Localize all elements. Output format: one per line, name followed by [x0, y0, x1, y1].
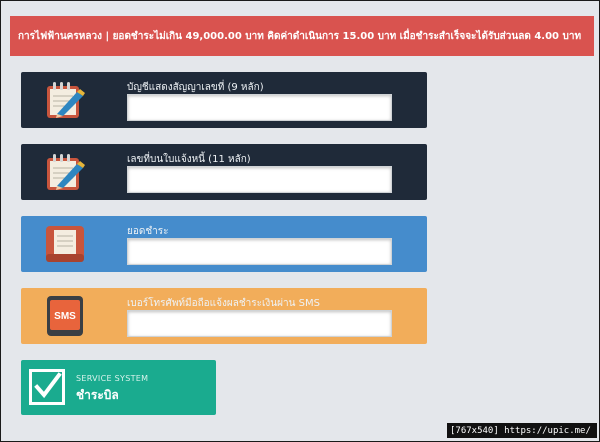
- sms-phone-label: เบอร์โทรศัพท์มือถือแจ้งผลชำระเงินผ่าน SM…: [127, 298, 320, 309]
- amount-label: ยอดชำระ: [127, 226, 169, 237]
- info-banner: การไฟฟ้านครหลวง | ยอดชำระไม่เกิน 49,000.…: [10, 16, 594, 56]
- invoice-number-input[interactable]: [127, 166, 392, 193]
- notepad-pencil-icon: [47, 82, 85, 118]
- invoice-number-panel: เลขที่บนใบแจ้งหนี้ (11 หลัก): [21, 144, 427, 200]
- image-watermark: [767x540] https://upic.me/: [447, 423, 597, 438]
- sms-phone-input[interactable]: [127, 310, 392, 337]
- service-subtitle: SERVICE SYSTEM: [76, 374, 149, 383]
- amount-panel: ยอดชำระ: [21, 216, 427, 272]
- sms-icon-text: SMS: [54, 311, 76, 322]
- watermark-text: [767x540] https://upic.me/: [450, 425, 591, 436]
- service-title: ชำระบิล: [76, 388, 119, 402]
- account-number-label: บัญชีแสดงสัญญาเลขที่ (9 หลัก): [127, 82, 264, 93]
- notepad-pencil-icon: [47, 154, 85, 190]
- sms-phone-panel: SMS เบอร์โทรศัพท์มือถือแจ้งผลชำระเงินผ่า…: [21, 288, 427, 344]
- pay-bill-button[interactable]: SERVICE SYSTEM ชำระบิล: [21, 360, 216, 415]
- clipboard-icon: [46, 226, 84, 262]
- checkbox-icon: [29, 369, 65, 405]
- account-number-input[interactable]: [127, 94, 392, 121]
- account-number-panel: บัญชีแสดงสัญญาเลขที่ (9 หลัก): [21, 72, 427, 128]
- amount-input[interactable]: [127, 238, 392, 265]
- banner-text: การไฟฟ้านครหลวง | ยอดชำระไม่เกิน 49,000.…: [18, 30, 582, 42]
- sms-phone-icon: SMS: [47, 296, 83, 336]
- invoice-number-label: เลขที่บนใบแจ้งหนี้ (11 หลัก): [127, 154, 251, 165]
